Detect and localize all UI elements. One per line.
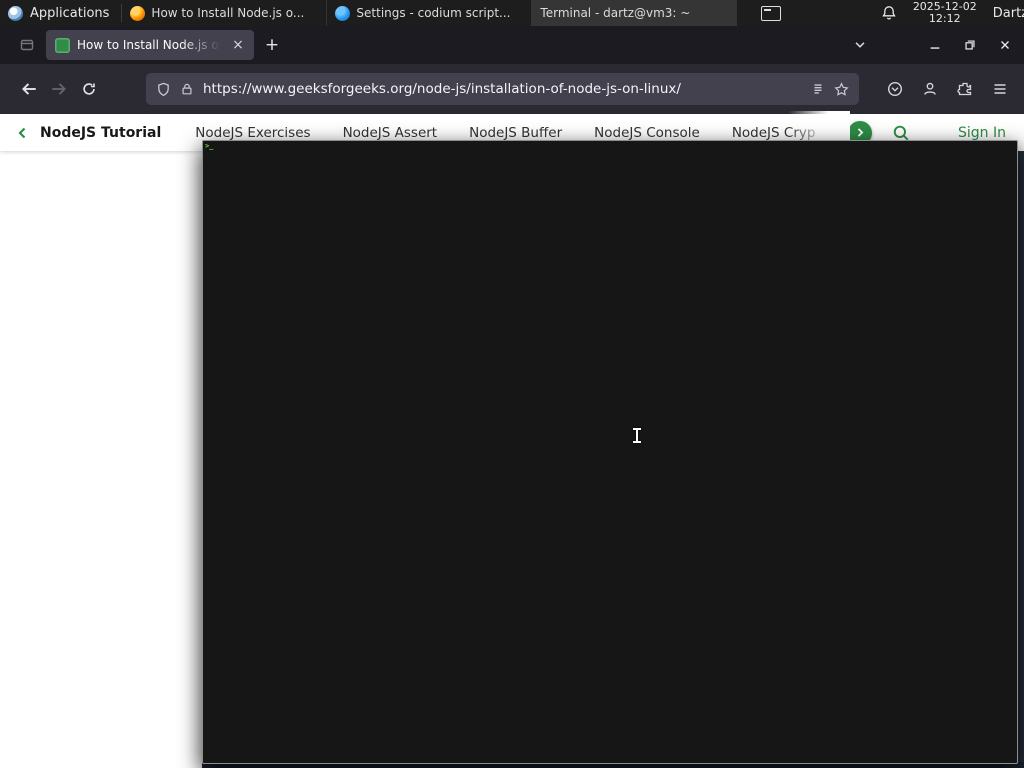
clock-time: 12:12 xyxy=(928,12,961,25)
bookmark-star-icon[interactable] xyxy=(834,81,849,97)
applications-menu[interactable]: Applications xyxy=(0,0,121,26)
tray-terminal-icon[interactable] xyxy=(760,5,781,21)
toolbar-action-icons xyxy=(887,81,1008,97)
tab-strip: How to Install Node.js on × + xyxy=(0,26,1024,64)
firefox-view-icon[interactable] xyxy=(14,32,40,58)
site-nav-links: NodeJS Exercises NodeJS Assert NodeJS Buff… xyxy=(195,125,816,141)
applications-label: Applications xyxy=(30,5,110,21)
menu-hamburger-icon[interactable] xyxy=(992,81,1008,97)
window-minimize-button[interactable] xyxy=(922,32,948,58)
window-icon xyxy=(335,5,351,21)
panel-status-area: 2025-12-02 12:12 Dartz xyxy=(760,0,1024,26)
account-icon[interactable] xyxy=(922,81,938,97)
tab-title: How to Install Node.js on xyxy=(77,38,221,52)
url-bar[interactable]: https://www.geeksforgeeks.org/node-js/in… xyxy=(146,73,859,105)
new-tab-button[interactable]: + xyxy=(258,31,286,59)
window-restore-button[interactable] xyxy=(957,32,983,58)
taskbar-window-button[interactable]: Terminal - dartz@vm3: ~ xyxy=(202,0,1018,764)
desktop: Applications How to Install Node.js o...… xyxy=(0,0,1024,768)
list-all-tabs-chevron-icon[interactable] xyxy=(853,38,867,52)
window-controls xyxy=(853,26,1018,64)
nav-scroll-left-chevron-icon[interactable] xyxy=(14,125,30,141)
site-nav-link[interactable]: NodeJS Console xyxy=(594,125,700,141)
pocket-icon[interactable] xyxy=(887,81,903,97)
taskbar-window-button[interactable]: How to Install Node.js o... xyxy=(122,0,328,26)
tracking-shield-icon[interactable] xyxy=(156,82,171,97)
top-panel: Applications How to Install Node.js o...… xyxy=(0,0,1024,764)
back-icon[interactable] xyxy=(14,74,44,104)
search-icon[interactable] xyxy=(892,124,910,142)
url-text: https://www.geeksforgeeks.org/node-js/in… xyxy=(203,81,681,97)
session-user-label[interactable]: Dartz xyxy=(993,6,1024,21)
reload-icon[interactable] xyxy=(74,74,104,104)
mouse-ibeam-cursor xyxy=(632,428,642,445)
taskbar-window-title: Settings - codium script... xyxy=(356,6,511,20)
extensions-puzzle-icon[interactable] xyxy=(957,81,973,97)
panel-clock[interactable]: 2025-12-02 12:12 xyxy=(913,1,977,25)
notifications-bell-icon[interactable] xyxy=(881,5,897,21)
site-nav-link[interactable]: NodeJS Buffer xyxy=(469,125,562,141)
desktop-edge xyxy=(1018,151,1024,764)
site-nav-link[interactable]: NodeJS Assert xyxy=(343,125,438,141)
lock-icon[interactable] xyxy=(180,82,194,96)
reader-view-icon[interactable] xyxy=(811,82,825,96)
gfg-favicon xyxy=(55,37,70,53)
forward-icon[interactable] xyxy=(44,74,74,104)
navigation-toolbar: https://www.geeksforgeeks.org/node-js/in… xyxy=(0,64,1024,114)
site-nav-link[interactable]: NodeJS Exercises xyxy=(195,125,310,141)
window-close-button[interactable] xyxy=(992,32,1018,58)
sign-in-button[interactable]: Sign In xyxy=(958,125,1006,141)
distro-logo-icon xyxy=(8,5,23,21)
window-icon xyxy=(130,5,146,21)
site-nav-link[interactable]: NodeJS Crypto xyxy=(732,125,816,141)
tab-close-icon[interactable]: × xyxy=(228,35,248,55)
taskbar-window-title: Terminal - dartz@vm3: ~ xyxy=(540,6,691,20)
browser-tab[interactable]: How to Install Node.js on × xyxy=(46,30,254,60)
taskbar-window-title: How to Install Node.js o... xyxy=(151,6,305,20)
taskbar-window-button[interactable]: Settings - codium script... xyxy=(327,0,533,26)
nodejs-tutorial-link[interactable]: NodeJS Tutorial xyxy=(40,125,161,141)
